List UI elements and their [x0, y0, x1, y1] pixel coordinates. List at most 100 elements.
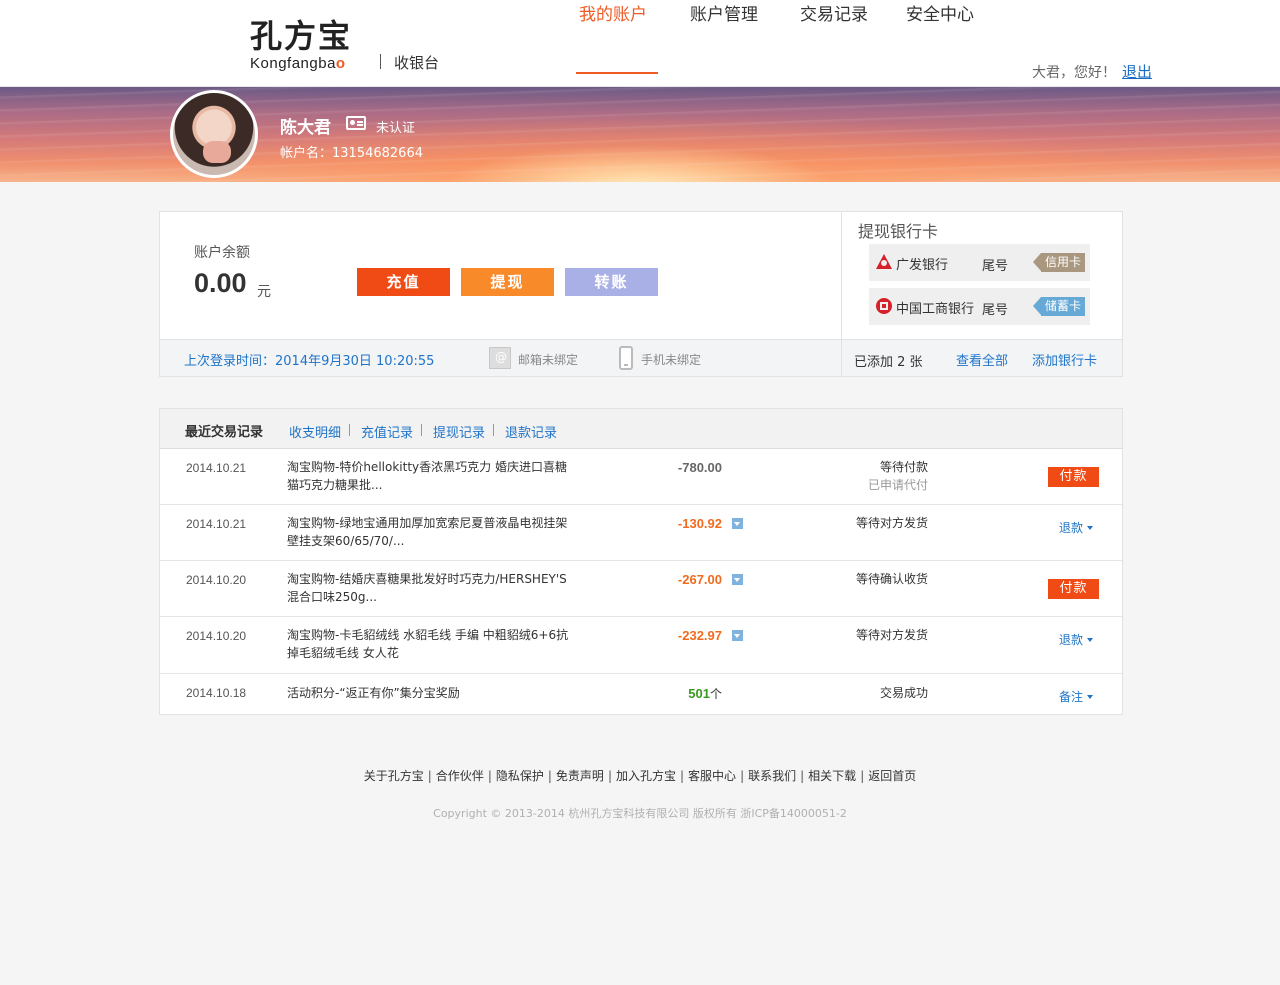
- footer-link-disclaimer[interactable]: 免责声明: [556, 769, 604, 783]
- phone-bind-status[interactable]: 手机未绑定: [641, 351, 701, 368]
- recharge-button[interactable]: 充值: [357, 268, 450, 296]
- tx-status-text: 等待对方发货: [855, 516, 928, 530]
- footer-divider: |: [800, 769, 805, 783]
- tx-status: 等待确认收货: [856, 570, 928, 588]
- tx-status-text: 等待对方发货: [855, 628, 928, 642]
- pay-button[interactable]: 付款: [1048, 467, 1099, 487]
- tx-amount: -130.92: [678, 516, 722, 531]
- logo-divider: [380, 54, 381, 69]
- footer-link-support[interactable]: 客服中心: [688, 769, 736, 783]
- bank-cards-title: 提现银行卡: [858, 222, 939, 241]
- refund-link-label: 退款: [1059, 521, 1084, 535]
- footer-link-partners[interactable]: 合作伙伴: [436, 769, 484, 783]
- phone-icon: [619, 346, 633, 370]
- remark-link[interactable]: 备注: [1059, 688, 1094, 705]
- bank-card-item[interactable]: 广发银行 尾号 信用卡: [869, 244, 1090, 281]
- footer-link-about[interactable]: 关于孔方宝: [364, 769, 424, 783]
- footer-link-contact[interactable]: 联系我们: [748, 769, 796, 783]
- dropdown-icon[interactable]: [732, 630, 743, 641]
- card-type-badge: 信用卡: [1033, 253, 1085, 272]
- tx-status-text: 等待确认收货: [855, 572, 928, 586]
- logo-text-cn: 孔方宝: [250, 17, 353, 55]
- nav-security-center[interactable]: 安全中心: [906, 0, 974, 28]
- logo-subtitle: 收银台: [394, 54, 440, 72]
- dropdown-icon[interactable]: [732, 518, 743, 529]
- email-bind-status[interactable]: 邮箱未绑定: [518, 351, 578, 368]
- tx-status: 等待对方发货: [856, 514, 928, 532]
- tx-date: 2014.10.21: [186, 517, 247, 531]
- logout-link[interactable]: 退出: [1122, 61, 1152, 82]
- avatar[interactable]: [170, 90, 258, 178]
- footer-divider: |: [860, 769, 865, 783]
- tab-withdraw-records[interactable]: 提现记录: [433, 422, 485, 441]
- withdraw-button[interactable]: 提现: [461, 268, 554, 296]
- logo-text-en: Kongfangbao: [250, 55, 352, 72]
- tx-description[interactable]: 淘宝购物-特价hellokitty香浓黑巧克力 婚庆进口喜糖猫巧克力糖果批...: [287, 458, 577, 494]
- footer-divider: |: [547, 769, 552, 783]
- caret-down-icon: [1087, 526, 1094, 530]
- pay-button[interactable]: 付款: [1048, 579, 1099, 599]
- logo-text-en-prefix: Kongfangba: [250, 55, 336, 72]
- balance-unit: 元: [257, 284, 271, 300]
- verify-status[interactable]: 未认证: [376, 117, 415, 136]
- tx-amount-value: -780.00: [677, 460, 722, 475]
- remark-link-label: 备注: [1059, 690, 1084, 704]
- tx-description[interactable]: 淘宝购物-绿地宝通用加厚加宽索尼夏普液晶电视挂架壁挂支架60/65/70/...: [287, 514, 577, 550]
- footer-link-home[interactable]: 返回首页: [868, 769, 916, 783]
- footer-divider: |: [427, 769, 432, 783]
- footer-links: 关于孔方宝 | 合作伙伴 | 隐私保护 | 免责声明 | 加入孔方宝 | 客服中心 | 联系我们 | 相关下…: [0, 767, 1280, 784]
- bank-name: 中国工商银行: [896, 302, 975, 317]
- tab-income-expense[interactable]: 收支明细: [289, 422, 341, 441]
- id-card-icon: [346, 116, 366, 130]
- table-row: 2014.10.21 淘宝购物-特价hellokitty香浓黑巧克力 婚庆进口喜…: [160, 449, 1122, 505]
- bank-card-item[interactable]: 中国工商银行 尾号 储蓄卡: [869, 288, 1090, 325]
- tab-divider: [493, 424, 494, 436]
- add-bank-card-link[interactable]: 添加银行卡: [1032, 350, 1097, 369]
- tx-date: 2014.10.20: [186, 573, 247, 587]
- tx-description[interactable]: 活动积分-“返正有你”集分宝奖励: [287, 684, 577, 702]
- tx-status-sub: 已申请代付: [867, 478, 928, 492]
- table-row: 2014.10.20 淘宝购物-卡毛貂绒线 水貂毛线 手编 中粗貂绒6+6抗掉毛…: [160, 617, 1122, 674]
- tx-description[interactable]: 淘宝购物-卡毛貂绒线 水貂毛线 手编 中粗貂绒6+6抗掉毛貂绒毛线 女人花: [287, 626, 577, 662]
- footer-link-privacy[interactable]: 隐私保护: [496, 769, 544, 783]
- table-row: 2014.10.18 活动积分-“返正有你”集分宝奖励 501个 交易成功 备注: [160, 674, 1122, 714]
- tx-amount: 501个: [688, 685, 722, 702]
- footer-link-downloads[interactable]: 相关下载: [808, 769, 856, 783]
- bank-card-tail: 尾号: [982, 259, 1009, 274]
- greeting: 大君，您好！: [1032, 65, 1116, 81]
- tx-amount: -232.97: [678, 628, 722, 643]
- gf-bank-logo-icon: [876, 254, 892, 269]
- transfer-button[interactable]: 转账: [565, 268, 658, 296]
- tx-amount: -267.00: [678, 572, 722, 587]
- tx-status: 交易成功: [880, 684, 928, 702]
- refund-link[interactable]: 退款: [1059, 631, 1094, 648]
- nav-my-account[interactable]: 我的账户: [579, 0, 647, 28]
- tx-amount-value: -267.00: [677, 572, 722, 587]
- caret-down-icon: [1087, 638, 1094, 642]
- refund-link[interactable]: 退款: [1059, 519, 1094, 536]
- nav-transaction-records[interactable]: 交易记录: [800, 0, 868, 28]
- tx-amount-value: -130.92: [677, 516, 722, 531]
- balance-label: 账户余额: [194, 245, 250, 261]
- user-name: 陈大君: [280, 118, 331, 138]
- tab-refund-records[interactable]: 退款记录: [505, 422, 557, 441]
- footer-divider: |: [607, 769, 612, 783]
- tx-date: 2014.10.18: [186, 686, 247, 700]
- tx-description[interactable]: 淘宝购物-结婚庆喜糖果批发好时巧克力/HERSHEY'S混合口味250g...: [287, 570, 577, 606]
- footer-link-join[interactable]: 加入孔方宝: [616, 769, 676, 783]
- tab-recharge-records[interactable]: 充值记录: [361, 422, 413, 441]
- transactions-title: 最近交易记录: [185, 425, 264, 440]
- balance-value: 0.00: [194, 268, 247, 298]
- tx-amount: -780.00: [678, 460, 722, 475]
- logo[interactable]: 孔方宝 Kongfangbao: [250, 18, 352, 72]
- panel-divider: [841, 211, 842, 377]
- tab-divider: [349, 424, 350, 436]
- logo-text-en-suffix: o: [335, 55, 346, 72]
- view-all-cards-link[interactable]: 查看全部: [956, 350, 1008, 369]
- tx-status-text: 等待付款: [879, 460, 928, 474]
- table-row: 2014.10.20 淘宝购物-结婚庆喜糖果批发好时巧克力/HERSHEY'S混…: [160, 561, 1122, 617]
- footer-divider: |: [680, 769, 685, 783]
- nav-account-management[interactable]: 账户管理: [690, 0, 758, 28]
- dropdown-icon[interactable]: [732, 574, 743, 585]
- caret-down-icon: [1087, 695, 1094, 699]
